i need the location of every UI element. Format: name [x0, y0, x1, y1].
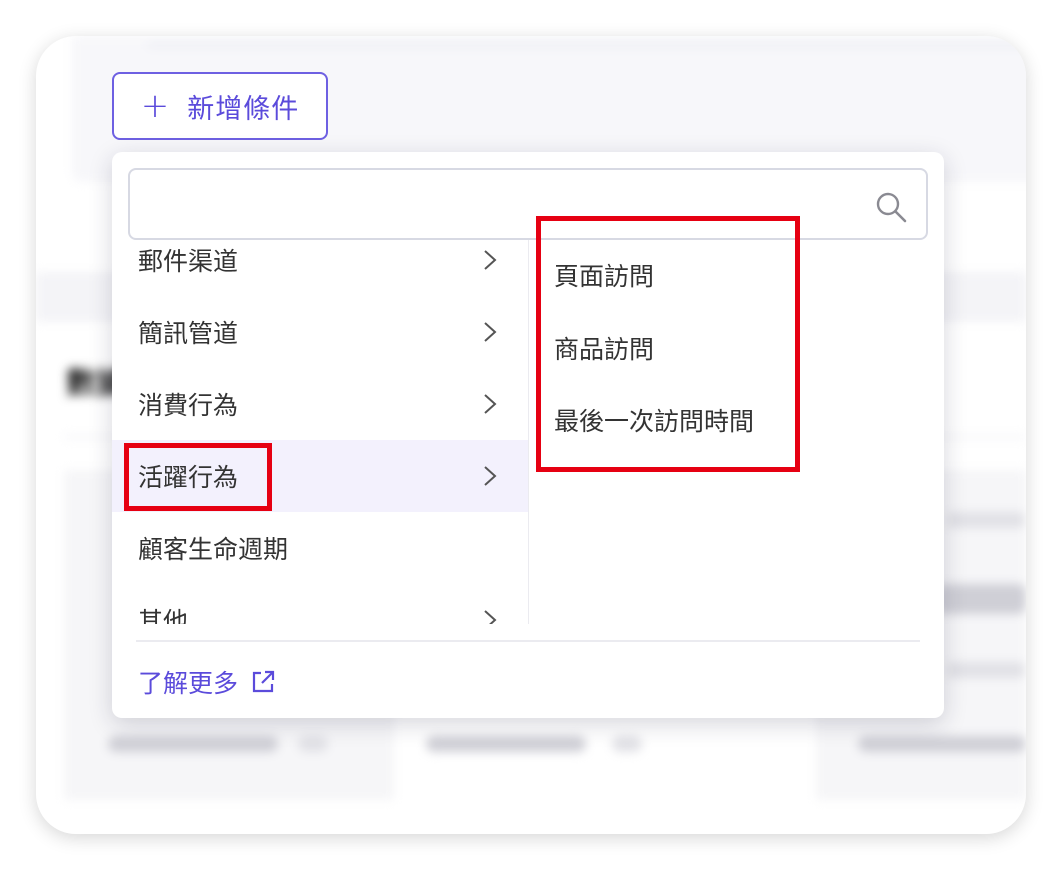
chevron-right-icon: [484, 322, 497, 342]
blurred-text: [108, 736, 278, 752]
chevron-right-icon: [484, 250, 497, 270]
plus-icon: +: [140, 86, 170, 126]
add-condition-button[interactable]: + 新增條件: [112, 72, 328, 140]
blurred-text: [426, 736, 586, 752]
chevron-right-icon: [484, 610, 497, 624]
category-list: 郵件渠道 簡訊管道 消費行為 活躍行為 顧客生命週期 其他: [112, 240, 528, 624]
learn-more-label: 了解更多: [138, 669, 239, 698]
category-label: 顧客生命週期: [138, 535, 289, 564]
category-label: 郵件渠道: [138, 247, 239, 276]
highlight-box-category: [124, 443, 272, 511]
external-link-icon: [252, 670, 275, 693]
chevron-right-icon: [484, 466, 497, 486]
blurred-text: [946, 512, 1026, 528]
category-item-email[interactable]: 郵件渠道: [112, 240, 528, 296]
category-item-sms[interactable]: 簡訊管道: [112, 296, 528, 368]
blurred-text: [858, 736, 1026, 752]
category-label: 消費行為: [138, 391, 239, 420]
blurred-text: [946, 662, 1026, 678]
search-field[interactable]: [128, 168, 928, 240]
category-label: 簡訊管道: [138, 319, 239, 348]
category-label: 其他: [138, 607, 189, 624]
blurred-text: [936, 584, 1026, 614]
add-condition-label: 新增條件: [187, 93, 300, 125]
footer-divider: [136, 640, 920, 642]
blurred-text: [298, 736, 328, 752]
highlight-box-submenu: [536, 216, 800, 472]
column-divider: [528, 240, 529, 624]
category-item-lifecycle[interactable]: 顧客生命週期: [112, 512, 528, 584]
category-item-purchase[interactable]: 消費行為: [112, 368, 528, 440]
blurred-text: [612, 736, 642, 752]
search-icon[interactable]: [874, 190, 908, 224]
condition-dropdown: 郵件渠道 簡訊管道 消費行為 活躍行為 顧客生命週期 其他 頁面訪問 商品訪問 …: [112, 152, 944, 718]
learn-more-link[interactable]: 了解更多: [138, 662, 276, 702]
category-item-other[interactable]: 其他: [112, 584, 528, 624]
chevron-right-icon: [484, 394, 497, 414]
panel-divider: [148, 44, 1026, 46]
